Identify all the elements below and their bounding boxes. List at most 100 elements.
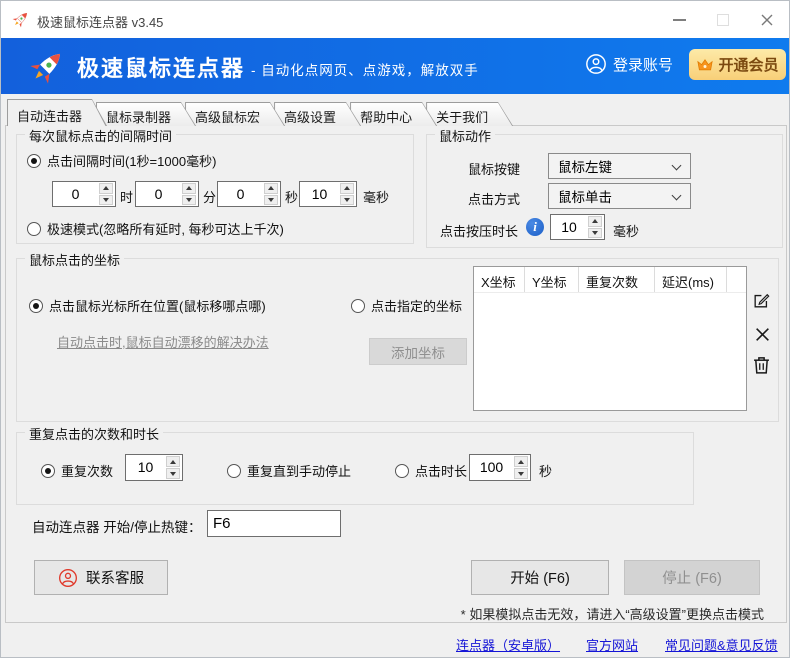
info-icon[interactable]: i — [526, 218, 544, 236]
login-label: 登录账号 — [613, 54, 673, 75]
down-arrow-icon — [170, 472, 176, 476]
click-duration-radio[interactable] — [395, 464, 409, 478]
interval-radio-row[interactable]: 点击间隔时间(1秒=1000毫秒) — [27, 151, 216, 170]
maximize-button[interactable] — [701, 1, 745, 38]
interval-radio[interactable] — [27, 154, 41, 168]
hotkey-input[interactable] — [207, 510, 341, 537]
vip-button[interactable]: 开通会员 — [689, 49, 786, 80]
start-button[interactable]: 开始 (F6) — [471, 560, 609, 595]
repeat-until-stop-radio-row[interactable]: 重复直到手动停止 — [227, 461, 351, 480]
press-down-button[interactable] — [588, 228, 602, 239]
seconds-down-button[interactable] — [264, 195, 278, 206]
milliseconds-up-button[interactable] — [340, 183, 354, 194]
click-mode-select[interactable]: 鼠标单击 — [548, 183, 691, 209]
column-x[interactable]: X坐标 — [474, 267, 525, 292]
minutes-spinner[interactable]: 0 — [135, 181, 199, 207]
hours-up-button[interactable] — [99, 183, 113, 194]
click-duration-radio-row[interactable]: 点击时长 — [395, 461, 467, 480]
tab-help-center[interactable]: 帮助中心 — [350, 102, 437, 126]
column-y[interactable]: Y坐标 — [525, 267, 579, 292]
mode-hint-note: * 如果模拟点击无效，请进入“高级设置”更换点击模式 — [461, 604, 764, 623]
duration-down-button[interactable] — [514, 468, 528, 479]
interval-radio-label: 点击间隔时间(1秒=1000毫秒) — [47, 151, 216, 170]
edit-coordinate-button[interactable] — [750, 290, 772, 312]
minutes-value[interactable]: 0 — [136, 182, 181, 206]
login-button[interactable]: 登录账号 — [585, 53, 673, 75]
turbo-radio-row[interactable]: 极速模式(忽略所有延时, 每秒可达上千次) — [27, 219, 284, 238]
repeat-count-value[interactable]: 10 — [126, 455, 165, 480]
repeat-down-button[interactable] — [166, 468, 180, 479]
stop-button[interactable]: 停止 (F6) — [624, 560, 760, 595]
minutes-down-button[interactable] — [182, 195, 196, 206]
duration-up-button[interactable] — [514, 456, 528, 467]
coords-group: 鼠标点击的坐标 点击鼠标光标所在位置(鼠标移哪点哪) 自动点击时,鼠标自动漂移的… — [16, 258, 779, 422]
minutes-up-button[interactable] — [182, 183, 196, 194]
press-duration-value[interactable]: 10 — [551, 215, 587, 239]
remove-coordinate-button[interactable] — [751, 323, 773, 345]
press-duration-spinner[interactable]: 10 — [550, 214, 605, 240]
down-arrow-icon — [268, 198, 274, 202]
up-arrow-icon — [518, 460, 524, 464]
tab-auto-clicker[interactable]: 自动连击器 — [7, 99, 107, 126]
drift-solution-link[interactable]: 自动点击时,鼠标自动漂移的解决办法 — [57, 332, 269, 351]
seconds-up-button[interactable] — [264, 183, 278, 194]
repeat-up-button[interactable] — [166, 456, 180, 467]
tab-about-us[interactable]: 关于我们 — [426, 102, 513, 126]
repeat-group-title: 重复点击的次数和时长 — [25, 424, 163, 443]
repeat-count-radio[interactable] — [41, 464, 55, 478]
coordinates-table[interactable]: X坐标 Y坐标 重复次数 延迟(ms) — [473, 266, 747, 411]
column-delay[interactable]: 延迟(ms) — [655, 267, 727, 292]
app-tagline: - 自动化点网页、点游戏，解放双手 — [251, 59, 479, 79]
tab-mouse-recorder[interactable]: 鼠标录制器 — [96, 102, 196, 126]
seconds-spinner[interactable]: 0 — [217, 181, 281, 207]
crown-icon — [696, 57, 714, 73]
cursor-position-radio-label: 点击鼠标光标所在位置(鼠标移哪点哪) — [49, 296, 266, 315]
hours-down-button[interactable] — [99, 195, 113, 206]
milliseconds-spinner[interactable]: 10 — [299, 181, 357, 207]
faq-feedback-link[interactable]: 常见问题&意见反馈 — [665, 635, 778, 654]
brand-rocket-icon — [27, 45, 69, 87]
minimize-button[interactable] — [657, 1, 701, 38]
close-icon — [760, 13, 774, 27]
contact-support-button[interactable]: 联系客服 — [34, 560, 168, 595]
app-window: 极速鼠标连点器 v3.45 极速鼠标连点器 - 自动化点网页、点游戏，解放双手 — [0, 0, 790, 658]
cursor-position-radio[interactable] — [29, 299, 43, 313]
repeat-until-stop-label: 重复直到手动停止 — [247, 461, 351, 480]
official-website-link[interactable]: 官方网站 — [586, 635, 638, 654]
edit-icon — [751, 291, 771, 311]
android-version-link[interactable]: 连点器（安卓版） — [456, 635, 560, 654]
user-circle-icon — [585, 53, 607, 75]
click-mode-label: 点击方式 — [468, 189, 520, 208]
title-bar: 极速鼠标连点器 v3.45 — [1, 1, 789, 38]
seconds-value[interactable]: 0 — [218, 182, 263, 206]
press-up-button[interactable] — [588, 216, 602, 227]
hours-spinner[interactable]: 0 — [52, 181, 116, 207]
contact-support-label: 联系客服 — [86, 567, 144, 588]
click-duration-value[interactable]: 100 — [470, 455, 513, 480]
down-arrow-icon — [592, 231, 598, 235]
mouse-button-select[interactable]: 鼠标左键 — [548, 153, 691, 179]
add-coordinate-button[interactable]: 添加坐标 — [369, 338, 467, 365]
fixed-coords-radio-row[interactable]: 点击指定的坐标 — [351, 296, 462, 315]
repeat-until-stop-radio[interactable] — [227, 464, 241, 478]
tab-advanced-macro[interactable]: 高级鼠标宏 — [185, 102, 285, 126]
window-title: 极速鼠标连点器 v3.45 — [37, 12, 163, 31]
tab-advanced-settings[interactable]: 高级设置 — [274, 102, 361, 126]
close-button[interactable] — [745, 1, 789, 38]
turbo-radio[interactable] — [27, 222, 41, 236]
clear-coordinates-button[interactable] — [750, 354, 772, 376]
fixed-coords-radio[interactable] — [351, 299, 365, 313]
repeat-count-spinner[interactable]: 10 — [125, 454, 183, 481]
click-duration-spinner[interactable]: 100 — [469, 454, 531, 481]
maximize-icon — [717, 14, 729, 26]
cursor-position-radio-row[interactable]: 点击鼠标光标所在位置(鼠标移哪点哪) — [29, 296, 266, 315]
up-arrow-icon — [268, 186, 274, 190]
up-arrow-icon — [103, 186, 109, 190]
hours-value[interactable]: 0 — [53, 182, 98, 206]
up-arrow-icon — [592, 219, 598, 223]
milliseconds-value[interactable]: 10 — [300, 182, 339, 206]
milliseconds-down-button[interactable] — [340, 195, 354, 206]
down-arrow-icon — [518, 472, 524, 476]
repeat-count-radio-row[interactable]: 重复次数 — [41, 461, 113, 480]
column-repeat[interactable]: 重复次数 — [579, 267, 655, 292]
